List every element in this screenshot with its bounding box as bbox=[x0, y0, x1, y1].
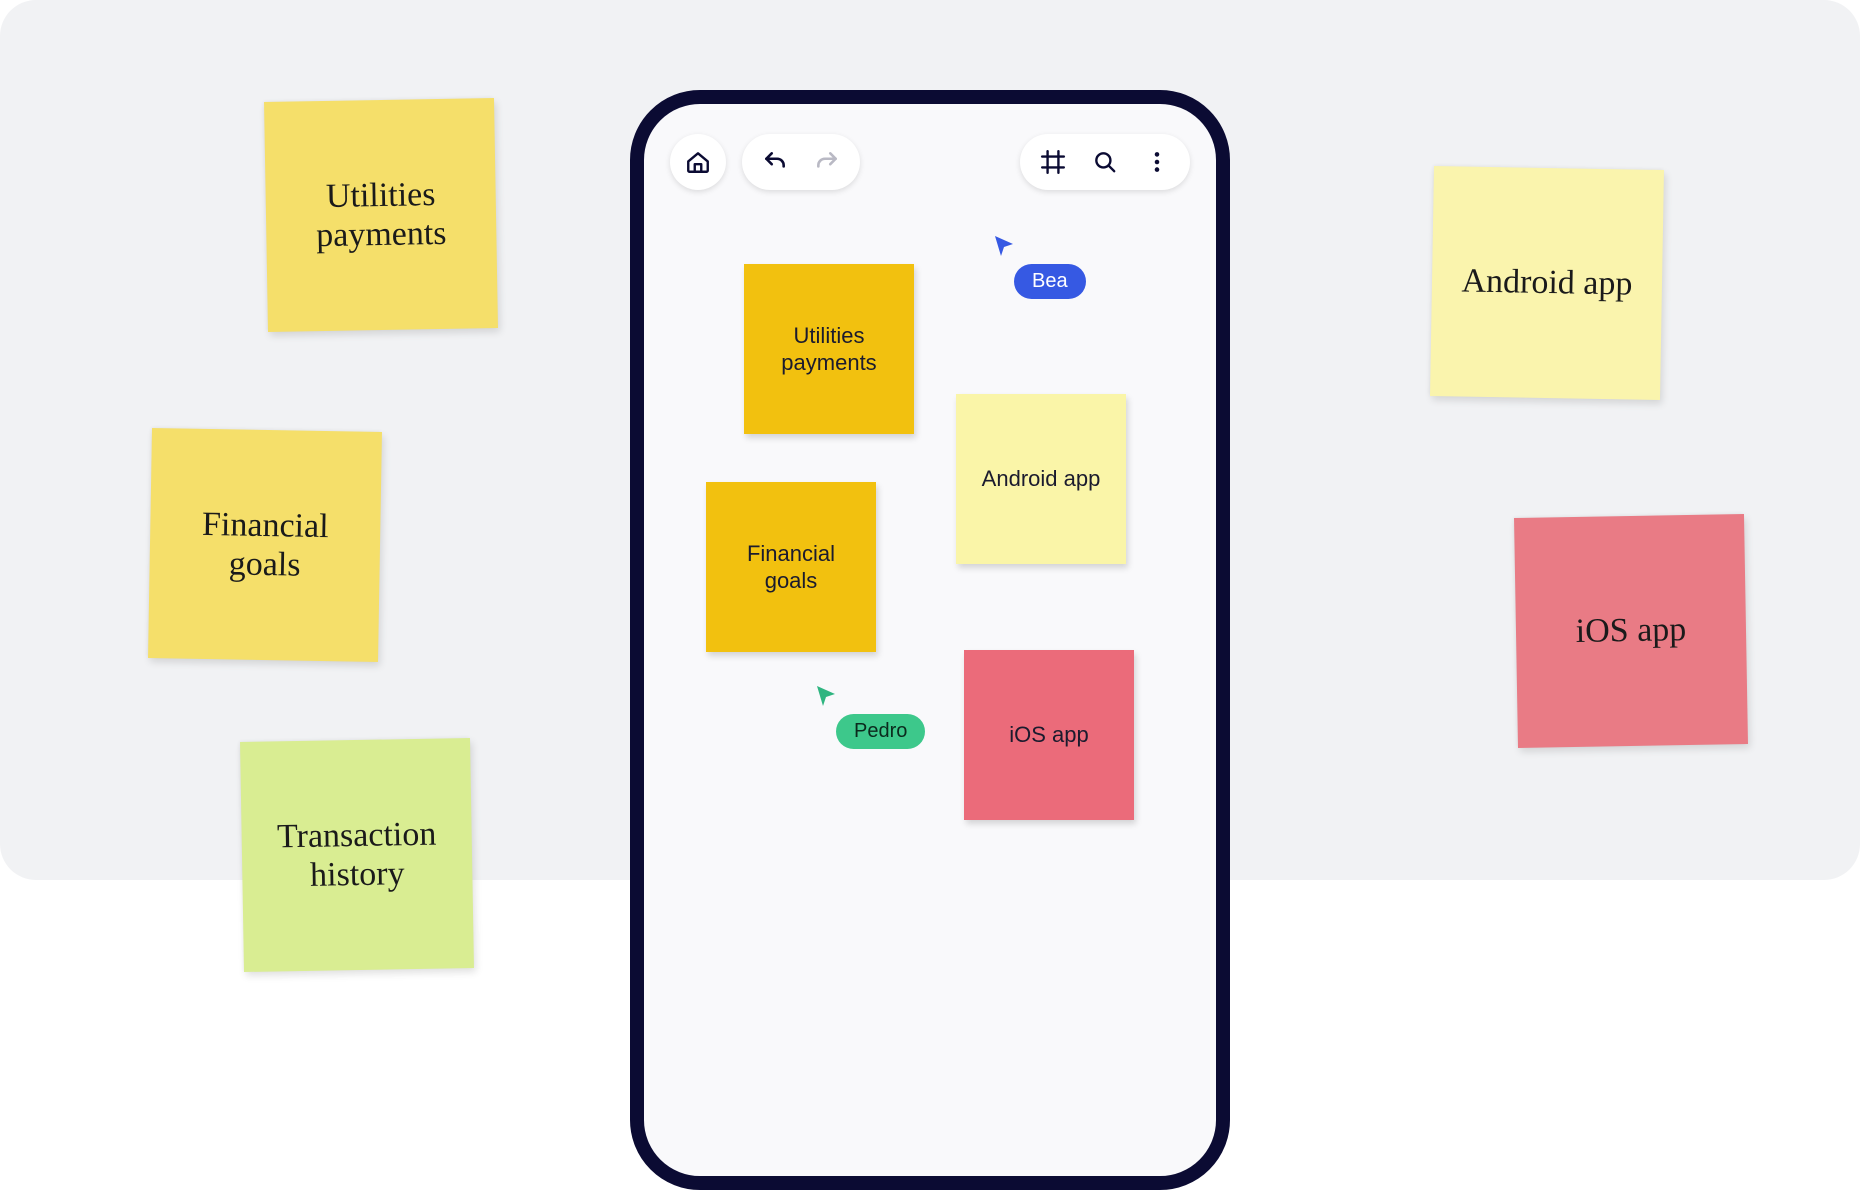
phone-note-utilities-payments[interactable]: Utilities payments bbox=[744, 264, 914, 434]
tools-group bbox=[1020, 134, 1190, 190]
cursor-pointer-icon bbox=[992, 234, 1016, 258]
bg-note-utilities-payments: Utilities payments bbox=[264, 98, 498, 332]
phone-note-android-app[interactable]: Android app bbox=[956, 394, 1126, 564]
redo-icon[interactable] bbox=[814, 149, 840, 175]
bg-note-transaction-history: Transaction history bbox=[240, 738, 474, 972]
bg-note-financial-goals: Financial goals bbox=[148, 428, 382, 662]
cursor-pedro: Pedro bbox=[814, 684, 925, 749]
home-icon bbox=[685, 149, 711, 175]
more-vertical-icon[interactable] bbox=[1144, 149, 1170, 175]
phone-note-financial-goals[interactable]: Financial goals bbox=[706, 482, 876, 652]
bg-note-android-app: Android app bbox=[1430, 166, 1664, 400]
bg-note-ios-app: iOS app bbox=[1514, 514, 1748, 748]
undo-icon[interactable] bbox=[762, 149, 788, 175]
home-button[interactable] bbox=[670, 134, 726, 190]
phone-toolbar bbox=[670, 134, 1190, 190]
cursor-bea-label: Bea bbox=[1014, 264, 1086, 299]
search-icon[interactable] bbox=[1092, 149, 1118, 175]
frame-icon[interactable] bbox=[1040, 149, 1066, 175]
cursor-pointer-icon bbox=[814, 684, 838, 708]
undo-redo-group bbox=[742, 134, 860, 190]
phone-canvas[interactable]: Bea Utilities payments Financial goals A… bbox=[644, 104, 1216, 1176]
canvas-stage: Utilities payments Financial goals Trans… bbox=[0, 0, 1860, 880]
phone-note-ios-app[interactable]: iOS app bbox=[964, 650, 1134, 820]
cursor-pedro-label: Pedro bbox=[836, 714, 925, 749]
phone-frame: Bea Utilities payments Financial goals A… bbox=[630, 90, 1230, 1190]
cursor-bea: Bea bbox=[992, 234, 1086, 299]
